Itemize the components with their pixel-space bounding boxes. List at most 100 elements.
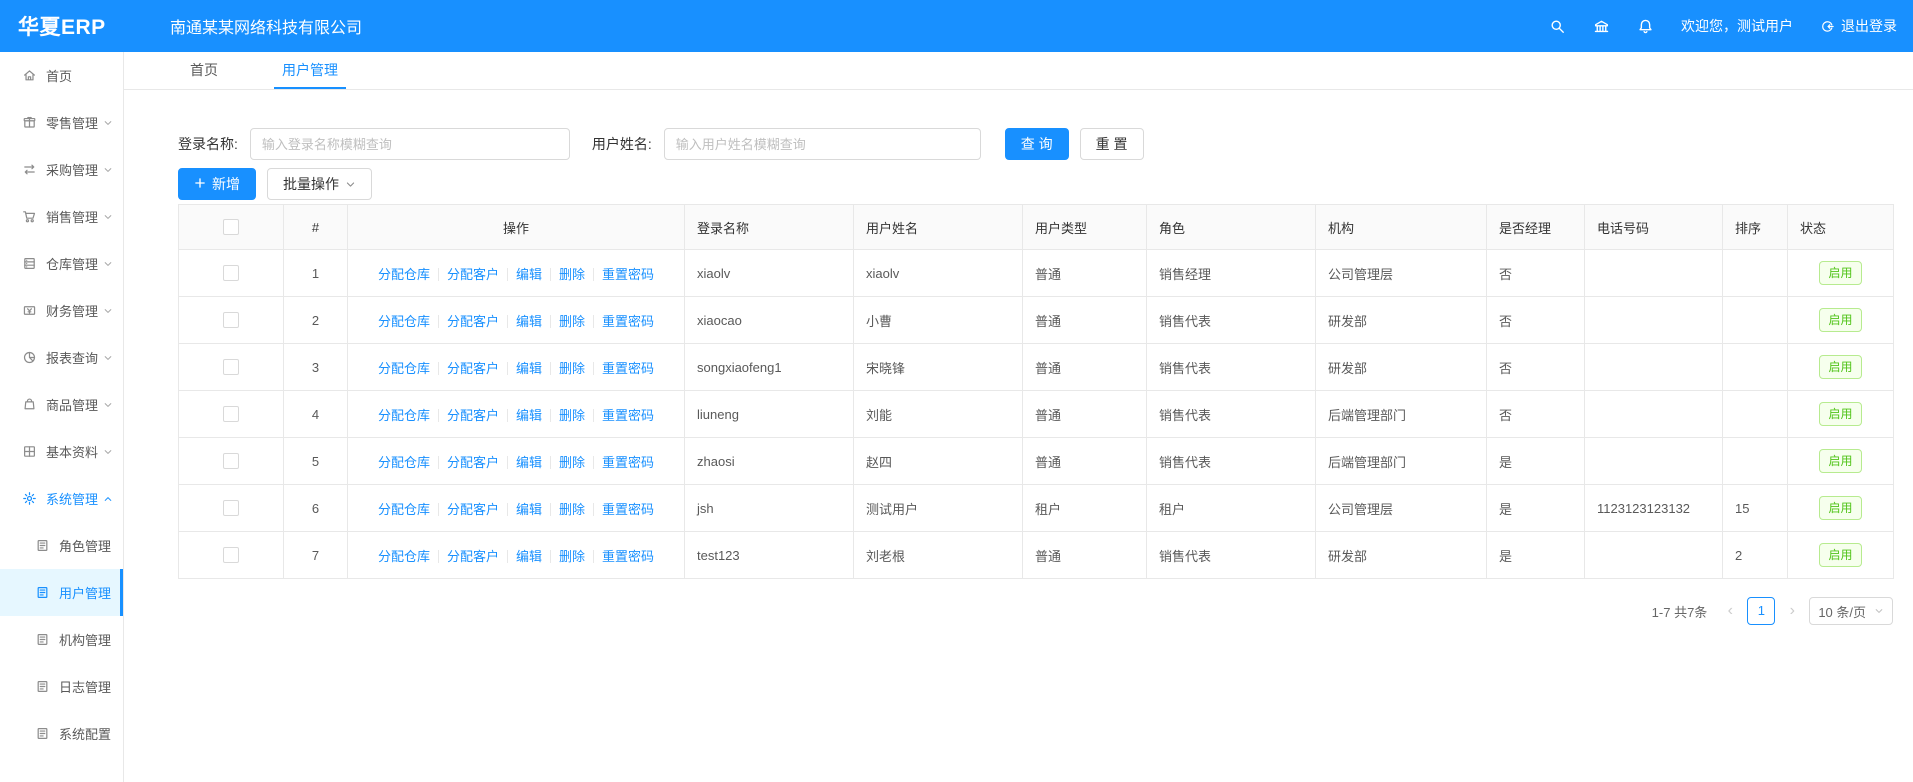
tab-用户管理[interactable]: 用户管理 <box>274 52 346 89</box>
action-link-分配客户[interactable]: 分配客户 <box>447 502 499 517</box>
action-link-分配客户[interactable]: 分配客户 <box>447 361 499 376</box>
action-link-编辑[interactable]: 编辑 <box>516 502 542 517</box>
bell-icon[interactable] <box>1637 18 1654 35</box>
action-link-重置密码[interactable]: 重置密码 <box>602 314 654 329</box>
cell-select <box>179 391 284 438</box>
action-link-编辑[interactable]: 编辑 <box>516 267 542 282</box>
sidebar-item-零售管理[interactable]: 零售管理 <box>0 99 123 146</box>
action-link-分配仓库[interactable]: 分配仓库 <box>378 314 430 329</box>
page-number-button[interactable]: 1 <box>1747 597 1775 625</box>
tab-首页[interactable]: 首页 <box>182 52 226 89</box>
users-table-wrap: #操作登录名称用户姓名用户类型角色机构是否经理电话号码排序状态1分配仓库分配客户… <box>178 204 1893 579</box>
row-checkbox[interactable] <box>223 359 239 375</box>
action-link-删除[interactable]: 删除 <box>559 267 585 282</box>
login-name-input[interactable] <box>250 128 570 160</box>
action-link-分配仓库[interactable]: 分配仓库 <box>378 502 430 517</box>
action-link-编辑[interactable]: 编辑 <box>516 314 542 329</box>
cell-is-manager: 否 <box>1487 391 1585 438</box>
action-link-重置密码[interactable]: 重置密码 <box>602 361 654 376</box>
sidebar-item-采购管理[interactable]: 采购管理 <box>0 146 123 193</box>
action-link-编辑[interactable]: 编辑 <box>516 549 542 564</box>
row-checkbox[interactable] <box>223 453 239 469</box>
row-checkbox[interactable] <box>223 500 239 516</box>
action-divider <box>550 503 551 516</box>
user-name-input[interactable] <box>664 128 981 160</box>
action-link-分配仓库[interactable]: 分配仓库 <box>378 361 430 376</box>
cell-user-type: 普通 <box>1023 532 1147 579</box>
search-button[interactable]: 查 询 <box>1005 128 1069 160</box>
sidebar-item-销售管理[interactable]: 销售管理 <box>0 193 123 240</box>
cell-select <box>179 438 284 485</box>
add-button[interactable]: 新增 <box>178 168 256 200</box>
action-link-删除[interactable]: 删除 <box>559 361 585 376</box>
cell-index: 4 <box>284 391 348 438</box>
action-divider <box>593 362 594 375</box>
sidebar-item-label: 日志管理 <box>59 677 111 696</box>
sidebar-item-报表查询[interactable]: 报表查询 <box>0 334 123 381</box>
filter-form: 登录名称: 用户姓名: 查 询 重 置 <box>178 128 1893 160</box>
action-link-重置密码[interactable]: 重置密码 <box>602 549 654 564</box>
sidebar-item-财务管理[interactable]: 财务管理 <box>0 287 123 334</box>
action-link-删除[interactable]: 删除 <box>559 314 585 329</box>
next-page-button[interactable]: › <box>1785 602 1799 620</box>
action-divider <box>507 456 508 469</box>
sidebar-item-角色管理[interactable]: 角色管理 <box>0 522 123 569</box>
sidebar-item-系统管理[interactable]: 系统管理 <box>0 475 123 522</box>
action-link-重置密码[interactable]: 重置密码 <box>602 408 654 423</box>
action-link-删除[interactable]: 删除 <box>559 455 585 470</box>
sidebar-item-机构管理[interactable]: 机构管理 <box>0 616 123 663</box>
row-checkbox[interactable] <box>223 265 239 281</box>
action-link-分配仓库[interactable]: 分配仓库 <box>378 549 430 564</box>
action-link-编辑[interactable]: 编辑 <box>516 408 542 423</box>
sidebar-item-基本资料[interactable]: 基本资料 <box>0 428 123 475</box>
action-link-删除[interactable]: 删除 <box>559 502 585 517</box>
action-link-分配客户[interactable]: 分配客户 <box>447 267 499 282</box>
action-divider <box>438 409 439 422</box>
action-divider <box>507 503 508 516</box>
action-link-分配仓库[interactable]: 分配仓库 <box>378 408 430 423</box>
cell-index: 7 <box>284 532 348 579</box>
row-checkbox[interactable] <box>223 312 239 328</box>
action-link-重置密码[interactable]: 重置密码 <box>602 455 654 470</box>
action-link-编辑[interactable]: 编辑 <box>516 455 542 470</box>
column-header-机构: 机构 <box>1316 205 1487 250</box>
action-link-编辑[interactable]: 编辑 <box>516 361 542 376</box>
action-link-分配客户[interactable]: 分配客户 <box>447 314 499 329</box>
logout-button[interactable]: 退出登录 <box>1820 16 1897 36</box>
reset-button[interactable]: 重 置 <box>1080 128 1144 160</box>
action-link-删除[interactable]: 删除 <box>559 549 585 564</box>
purchase-icon <box>22 162 37 177</box>
sidebar-item-label: 用户管理 <box>59 583 111 602</box>
batch-operations-button[interactable]: 批量操作 <box>267 168 372 200</box>
chevron-down-icon <box>103 165 113 175</box>
action-link-删除[interactable]: 删除 <box>559 408 585 423</box>
sidebar-item-用户管理[interactable]: 用户管理 <box>0 569 123 616</box>
sidebar-item-系统配置[interactable]: 系统配置 <box>0 710 123 757</box>
sidebar-item-首页[interactable]: 首页 <box>0 52 123 99</box>
table-row: 3分配仓库分配客户编辑删除重置密码songxiaofeng1宋晓锋普通销售代表研… <box>179 344 1894 391</box>
bank-icon[interactable] <box>1593 18 1610 35</box>
page-size-select[interactable]: 10 条/页 <box>1809 597 1893 625</box>
sidebar-item-日志管理[interactable]: 日志管理 <box>0 663 123 710</box>
action-divider <box>550 315 551 328</box>
sidebar-item-商品管理[interactable]: 商品管理 <box>0 381 123 428</box>
action-link-分配客户[interactable]: 分配客户 <box>447 408 499 423</box>
row-checkbox[interactable] <box>223 406 239 422</box>
select-all-checkbox[interactable] <box>223 219 239 235</box>
sidebar-item-仓库管理[interactable]: 仓库管理 <box>0 240 123 287</box>
action-link-分配仓库[interactable]: 分配仓库 <box>378 455 430 470</box>
action-link-分配仓库[interactable]: 分配仓库 <box>378 267 430 282</box>
cell-status: 启用 <box>1788 485 1894 532</box>
prev-page-button[interactable]: ‹ <box>1723 602 1737 620</box>
home-icon <box>22 68 37 83</box>
row-checkbox[interactable] <box>223 547 239 563</box>
action-link-重置密码[interactable]: 重置密码 <box>602 502 654 517</box>
action-link-分配客户[interactable]: 分配客户 <box>447 549 499 564</box>
cell-sort <box>1723 391 1788 438</box>
action-link-分配客户[interactable]: 分配客户 <box>447 455 499 470</box>
cell-organization: 研发部 <box>1316 297 1487 344</box>
goods-icon <box>22 397 37 412</box>
cell-login-name: xiaolv <box>685 250 854 297</box>
search-icon[interactable] <box>1549 18 1566 35</box>
action-link-重置密码[interactable]: 重置密码 <box>602 267 654 282</box>
